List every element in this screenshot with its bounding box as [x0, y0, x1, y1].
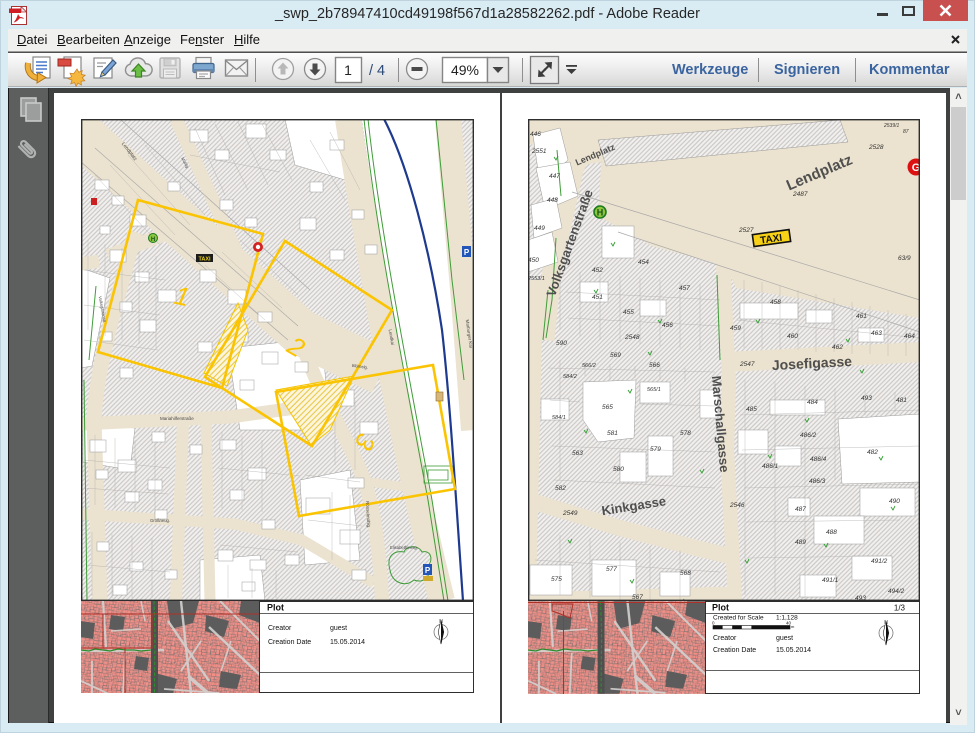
svg-text:1/3: 1/3	[894, 604, 906, 613]
svg-text:2547: 2547	[739, 361, 755, 368]
svg-text:guest: guest	[776, 635, 793, 642]
svg-text:447: 447	[549, 173, 560, 180]
svg-text:P: P	[425, 566, 431, 575]
svg-text:2527: 2527	[738, 227, 754, 234]
svg-text:Elisabethinerg.: Elisabethinerg.	[390, 545, 418, 550]
svg-text:63/9: 63/9	[898, 255, 911, 262]
svg-text:581: 581	[607, 430, 618, 437]
svg-text:459: 459	[730, 325, 741, 332]
svg-text:87: 87	[903, 129, 909, 135]
svg-text:TAXI: TAXI	[198, 257, 211, 263]
svg-text:H: H	[151, 237, 155, 243]
svg-text:455: 455	[623, 309, 634, 316]
svg-text:460: 460	[787, 333, 798, 340]
svg-text:Creation Date: Creation Date	[268, 639, 311, 646]
svg-text:491/2: 491/2	[871, 558, 888, 565]
svg-text:Created for Scale: Created for Scale	[713, 615, 764, 622]
svg-text:482: 482	[867, 449, 878, 456]
svg-text:454: 454	[638, 259, 649, 266]
svg-text:486/1: 486/1	[762, 463, 779, 470]
svg-text:485: 485	[746, 406, 757, 413]
svg-text:486/4: 486/4	[810, 456, 827, 463]
svg-text:Plot: Plot	[712, 603, 729, 613]
svg-text:590: 590	[556, 340, 567, 347]
svg-text:449: 449	[534, 225, 545, 232]
svg-text:569: 569	[610, 352, 621, 359]
svg-text:456: 456	[662, 322, 673, 329]
svg-text:Großneug.: Großneug.	[150, 518, 170, 523]
svg-text:490: 490	[889, 498, 900, 505]
svg-text:Plot: Plot	[267, 603, 284, 613]
svg-text:481: 481	[896, 397, 907, 404]
svg-text:489: 489	[795, 539, 806, 546]
svg-text:486/3: 486/3	[809, 478, 826, 485]
svg-text:458: 458	[770, 299, 781, 306]
svg-text:49%: 49%	[451, 62, 479, 78]
svg-text:493: 493	[861, 395, 872, 402]
svg-text:1: 1	[344, 62, 352, 78]
svg-text:451: 451	[592, 294, 603, 301]
svg-text:577: 577	[606, 566, 617, 573]
svg-text:2551: 2551	[531, 148, 547, 155]
svg-text:2487: 2487	[792, 191, 808, 198]
svg-text:463: 463	[871, 330, 882, 337]
svg-text:15.05.2014: 15.05.2014	[776, 647, 811, 654]
svg-text:/ 4: / 4	[369, 63, 385, 79]
svg-text:563: 563	[572, 450, 583, 457]
svg-text:2528: 2528	[868, 144, 884, 151]
svg-text:494/2: 494/2	[888, 588, 905, 595]
svg-text:Mariahilferstraße: Mariahilferstraße	[160, 416, 194, 421]
svg-text:Creator: Creator	[268, 625, 292, 632]
svg-text:Creation Date: Creation Date	[713, 647, 756, 654]
svg-text:464: 464	[904, 333, 915, 340]
svg-text:guest: guest	[330, 625, 347, 632]
svg-text:579: 579	[650, 446, 661, 453]
svg-text:565/1: 565/1	[647, 387, 661, 393]
svg-text:P: P	[464, 248, 470, 257]
svg-text:2546: 2546	[729, 502, 745, 509]
svg-text:2553/1: 2553/1	[528, 276, 545, 282]
svg-text:566: 566	[649, 362, 660, 369]
svg-text:2548: 2548	[624, 334, 640, 341]
svg-text:565: 565	[602, 404, 613, 411]
svg-text:462: 462	[832, 344, 843, 351]
svg-text:Creator: Creator	[713, 635, 737, 642]
svg-text:H: H	[597, 208, 604, 218]
svg-text:568: 568	[680, 570, 691, 577]
svg-text:2549: 2549	[562, 510, 578, 517]
svg-text:491/1: 491/1	[822, 577, 839, 584]
svg-text:15.05.2014: 15.05.2014	[330, 639, 365, 646]
svg-text:486/2: 486/2	[800, 432, 817, 439]
svg-text:452: 452	[592, 267, 603, 274]
svg-text:487: 487	[795, 506, 806, 513]
svg-text:580: 580	[613, 466, 624, 473]
svg-text:582: 582	[555, 485, 566, 492]
svg-text:457: 457	[679, 285, 690, 292]
svg-text:461: 461	[856, 313, 867, 320]
svg-text:488: 488	[826, 529, 837, 536]
svg-text:484: 484	[807, 399, 818, 406]
svg-text:578: 578	[680, 430, 691, 437]
svg-text:575: 575	[551, 576, 562, 583]
svg-text:448: 448	[547, 197, 558, 204]
svg-text:446: 446	[530, 131, 541, 138]
svg-text:566/2: 566/2	[582, 363, 596, 369]
svg-text:584/2: 584/2	[563, 374, 577, 380]
svg-text:584/1: 584/1	[552, 415, 566, 421]
svg-text:2539/1: 2539/1	[883, 123, 900, 129]
svg-text:450: 450	[528, 257, 539, 264]
